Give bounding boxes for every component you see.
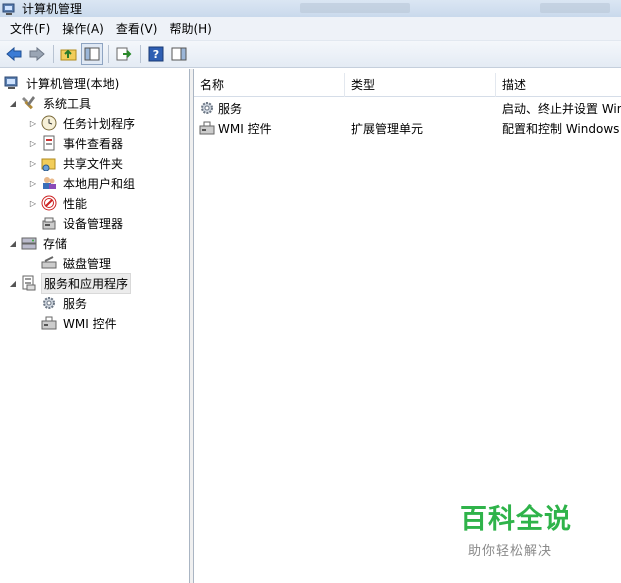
- toolbar-separator: [53, 45, 54, 63]
- list-item-description: 启动、终止并设置 Win: [502, 101, 621, 116]
- action-pane-icon: [171, 47, 187, 61]
- performance-icon: [41, 195, 57, 211]
- export-icon: [116, 47, 132, 61]
- menu-file[interactable]: 文件(F): [4, 19, 56, 39]
- show-hide-action-pane-button[interactable]: [168, 43, 190, 65]
- tools-icon: [21, 95, 37, 111]
- back-arrow-icon: [6, 46, 22, 62]
- expand-arrow-icon[interactable]: ▷: [28, 199, 38, 208]
- tree-item-disk-management[interactable]: 磁盘管理: [41, 253, 113, 273]
- storage-icon: [21, 235, 37, 251]
- console-tree: 计算机管理(本地) ◢ 系统工具 ▷ 任务计划程序 ▷ 事件查看器 ▷ 共享文件…: [0, 69, 190, 583]
- menu-help[interactable]: 帮助(H): [163, 19, 217, 39]
- wmi-control-icon: [199, 120, 215, 136]
- gear-icon: [199, 100, 215, 116]
- help-icon: ?: [148, 46, 164, 62]
- show-hide-tree-button[interactable]: [81, 43, 103, 65]
- list-item-description: 配置和控制 Windows: [502, 121, 620, 136]
- menu-action[interactable]: 操作(A): [56, 19, 110, 39]
- forward-arrow-icon: [29, 46, 45, 62]
- tree-item-storage[interactable]: ◢ 存储: [8, 233, 69, 253]
- toolbar-separator: [140, 45, 141, 63]
- list-item[interactable]: WMI 控件 扩展管理单元 配置和控制 Windows: [194, 118, 621, 138]
- tree-item-shared-folders[interactable]: ▷ 共享文件夹: [28, 153, 125, 173]
- watermark-title: 百科全说: [460, 504, 572, 535]
- tree-item-services-applications[interactable]: ◢ 服务和应用程序: [8, 272, 132, 294]
- tree-item-task-scheduler[interactable]: ▷ 任务计划程序: [28, 113, 137, 133]
- tree-item-root[interactable]: 计算机管理(本地): [4, 73, 121, 93]
- folder-up-icon: [60, 49, 77, 61]
- title-bar: 计算机管理: [0, 0, 621, 17]
- list-item[interactable]: 服务 启动、终止并设置 Win: [194, 98, 621, 118]
- clock-icon: [41, 115, 57, 131]
- tree-item-device-manager[interactable]: 设备管理器: [41, 213, 125, 233]
- svg-text:?: ?: [153, 48, 159, 61]
- column-header-description[interactable]: 描述: [496, 73, 621, 97]
- event-viewer-icon: [41, 135, 57, 151]
- column-header-name[interactable]: 名称: [194, 73, 345, 97]
- menu-view[interactable]: 查看(V): [110, 19, 164, 39]
- expand-arrow-icon[interactable]: ▷: [28, 119, 38, 128]
- watermark-subtitle: 助你轻松解决: [468, 544, 553, 559]
- list-item-type: 扩展管理单元: [351, 121, 424, 136]
- window-title: 计算机管理: [22, 2, 83, 16]
- back-button[interactable]: [3, 43, 25, 65]
- list-item-name: 服务: [218, 101, 243, 116]
- toolbar-separator: [108, 45, 109, 63]
- watermark: 百科全说 助你轻松解决: [460, 497, 572, 559]
- blurred-region: [540, 3, 610, 13]
- tree-item-local-users[interactable]: ▷ 本地用户和组: [28, 173, 137, 193]
- tree-item-wmi-control[interactable]: WMI 控件: [41, 313, 119, 333]
- expand-arrow-icon[interactable]: ▷: [28, 139, 38, 148]
- help-button[interactable]: ?: [145, 43, 167, 65]
- tree-item-services[interactable]: 服务: [41, 293, 89, 313]
- console-tree-icon: [84, 47, 100, 61]
- collapse-arrow-icon[interactable]: ◢: [8, 99, 18, 108]
- gear-icon: [41, 295, 57, 311]
- export-list-button[interactable]: [113, 43, 135, 65]
- list-header: 名称 类型 描述: [194, 73, 621, 97]
- device-manager-icon: [41, 215, 57, 231]
- services-applications-icon: [21, 275, 37, 291]
- list-item-name: WMI 控件: [218, 121, 272, 136]
- collapse-arrow-icon[interactable]: ◢: [8, 239, 18, 248]
- tree-item-performance[interactable]: ▷ 性能: [28, 193, 89, 213]
- column-header-type[interactable]: 类型: [345, 73, 496, 97]
- shared-folder-icon: [41, 155, 57, 172]
- disk-management-icon: [41, 255, 57, 271]
- forward-button[interactable]: [26, 43, 48, 65]
- computer-management-icon: [2, 2, 16, 16]
- users-group-icon: [41, 175, 57, 191]
- collapse-arrow-icon[interactable]: ◢: [8, 279, 18, 288]
- wmi-control-icon: [41, 315, 57, 331]
- blurred-region: [300, 3, 410, 13]
- expand-arrow-icon[interactable]: ▷: [28, 159, 38, 168]
- menu-bar: 文件(F) 操作(A) 查看(V) 帮助(H): [0, 17, 621, 41]
- expand-arrow-icon[interactable]: ▷: [28, 179, 38, 188]
- computer-management-icon: [4, 75, 20, 91]
- up-level-button[interactable]: [58, 43, 80, 65]
- tree-item-event-viewer[interactable]: ▷ 事件查看器: [28, 133, 125, 153]
- toolbar: ?: [0, 41, 621, 68]
- tree-item-system-tools[interactable]: ◢ 系统工具: [8, 93, 93, 113]
